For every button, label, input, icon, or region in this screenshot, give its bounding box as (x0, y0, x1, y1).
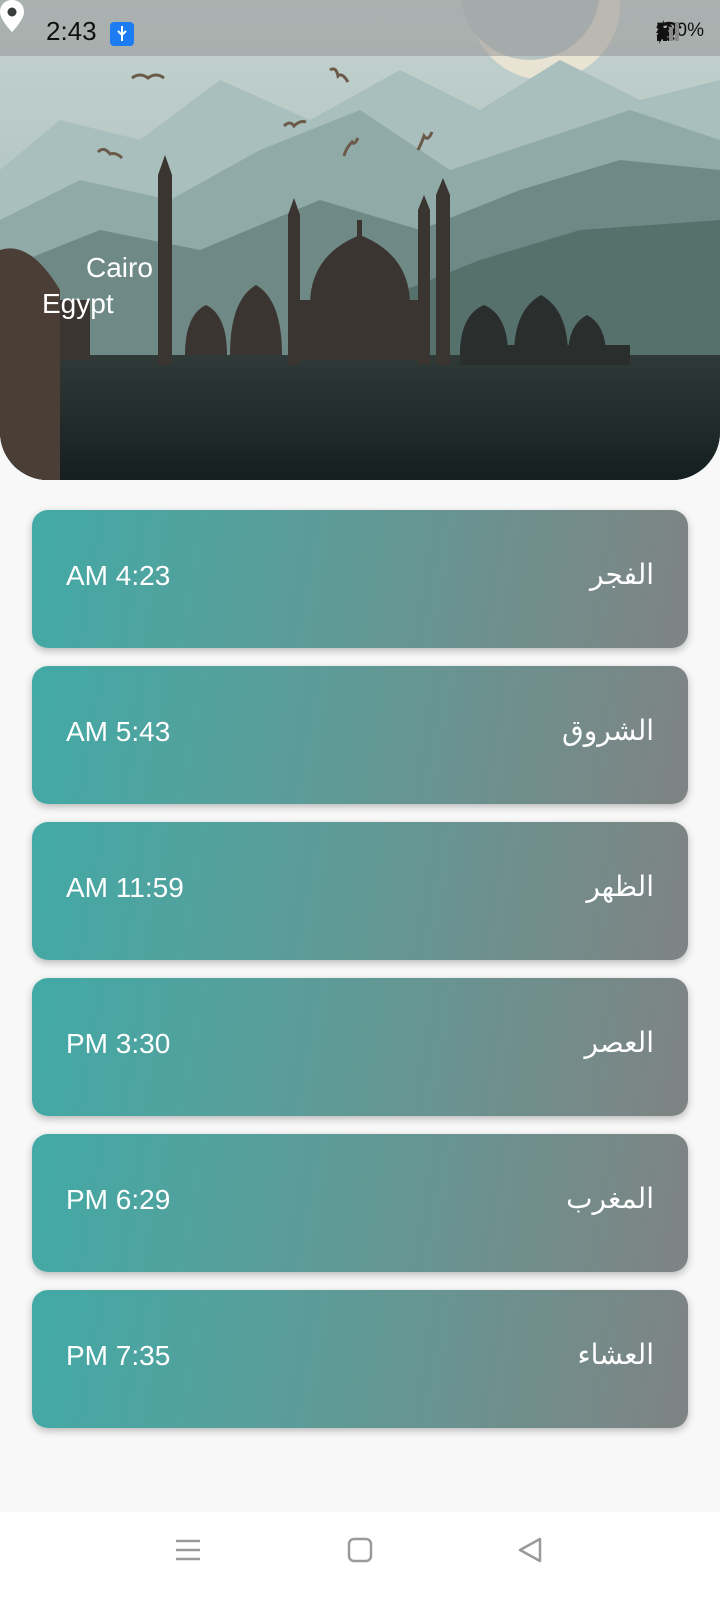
prayer-time: PM 7:35 (66, 1340, 171, 1371)
prayer-card-dhuhr[interactable]: AM 11:59 الظهر (32, 822, 688, 960)
prayer-name: المغرب (566, 1182, 654, 1215)
prayer-time: AM 5:43 (66, 716, 171, 747)
prayer-name: العشاء (577, 1338, 655, 1371)
prayer-name: الشروق (562, 714, 654, 747)
location-city: Cairo (86, 252, 153, 283)
prayer-card-asr[interactable]: PM 3:30 العصر (32, 978, 688, 1116)
location-country: Egypt (42, 288, 114, 319)
prayer-card-fajr[interactable]: AM 4:23 الفجر (32, 510, 688, 648)
status-time: 2:43 (46, 16, 97, 46)
prayer-card-maghrib[interactable]: PM 6:29 المغرب (32, 1134, 688, 1272)
system-nav-bar (0, 1512, 720, 1600)
mosque-landscape-illustration (0, 0, 720, 480)
prayer-name: الفجر (590, 558, 654, 591)
location-pin-icon[interactable] (0, 0, 24, 32)
prayer-time: PM 3:30 (66, 1028, 171, 1059)
status-bar: 2:43 G (0, 0, 720, 56)
usb-icon (110, 22, 134, 46)
charging-icon (656, 20, 669, 44)
prayer-time: PM 6:29 (66, 1184, 171, 1215)
status-right-icons: 100% (655, 20, 704, 44)
header-illustration: 2:43 G (0, 0, 720, 480)
prayer-time: AM 11:59 (66, 872, 184, 903)
prayer-name: الظهر (586, 870, 654, 903)
menu-icon[interactable] (174, 1536, 202, 1564)
back-triangle-icon[interactable] (516, 1536, 544, 1564)
prayer-time: AM 4:23 (66, 560, 171, 591)
prayer-card-isha[interactable]: PM 7:35 العشاء (32, 1290, 688, 1428)
prayer-card-sunrise[interactable]: AM 5:43 الشروق (32, 666, 688, 804)
home-square-icon[interactable] (346, 1536, 374, 1564)
prayer-name: العصر (584, 1026, 654, 1059)
